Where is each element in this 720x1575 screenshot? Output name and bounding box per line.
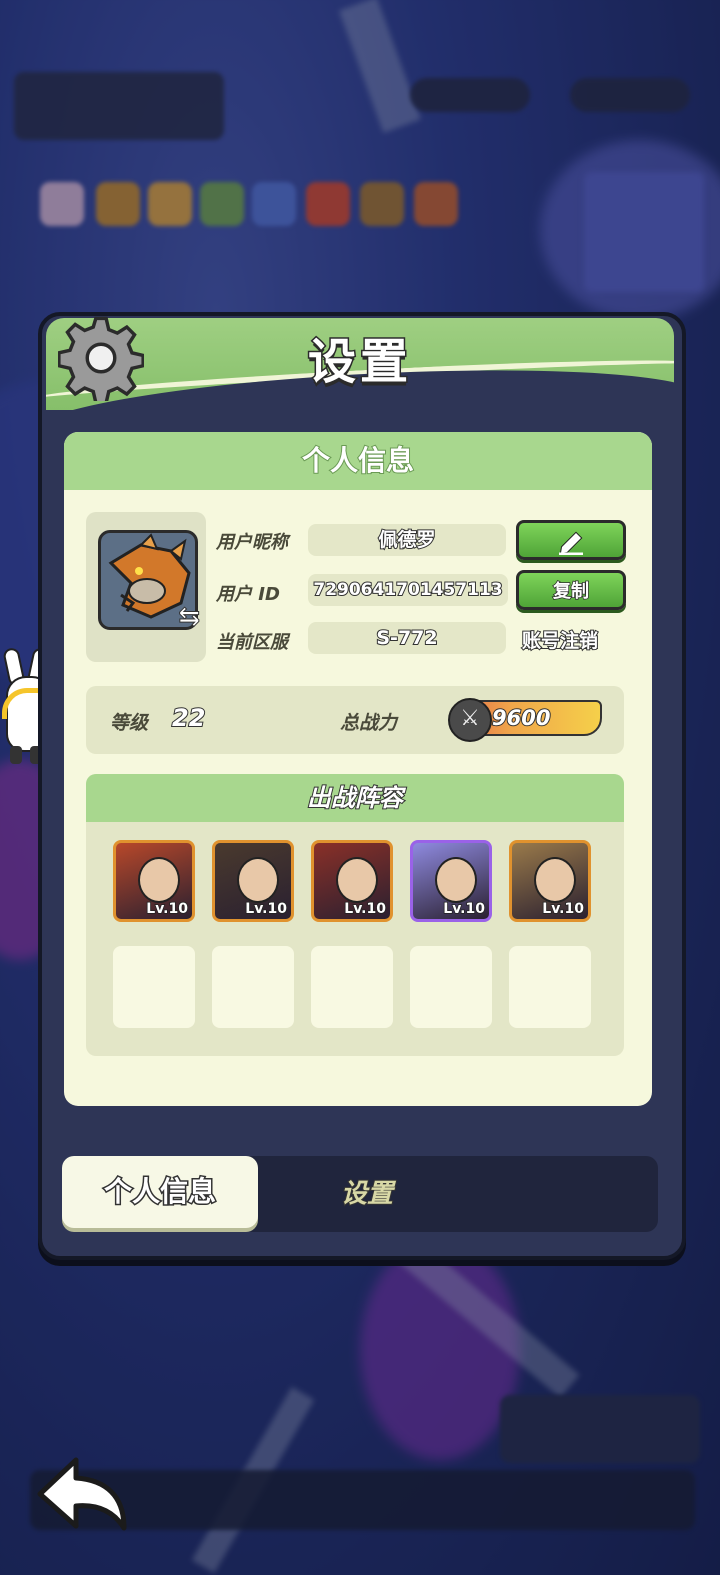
hero-level: Lv.10 (245, 900, 288, 918)
tab-bar: 个人信息 设置 (62, 1156, 658, 1232)
hero-level: Lv.10 (344, 900, 387, 918)
crossed-swords-icon: ⚔ (448, 698, 492, 742)
hero-portrait (138, 857, 180, 903)
lineup-title: 出战阵容 (86, 774, 624, 822)
copy-id-button[interactable]: 复制 (516, 570, 626, 610)
user-id-value: 7290641701457113 (308, 574, 508, 606)
hero-card[interactable]: Lv.10 (311, 840, 393, 922)
level-label: 等级 (110, 712, 149, 734)
user-id-label: 用户 ID (216, 584, 280, 605)
avatar-box[interactable]: ⇆ (86, 512, 206, 662)
power-badge: ⚔ 9600 (448, 698, 602, 742)
hero-level: Lv.10 (542, 900, 585, 918)
empty-hero-slot[interactable] (113, 946, 195, 1028)
hero-card[interactable]: Lv.10 (113, 840, 195, 922)
hero-card[interactable]: Lv.10 (410, 840, 492, 922)
empty-hero-slot[interactable] (311, 946, 393, 1028)
server-value: S-772 (308, 622, 506, 654)
empty-hero-slot[interactable] (509, 946, 591, 1028)
power-value: 9600 (491, 705, 551, 731)
edit-nickname-button[interactable] (516, 520, 626, 560)
hero-portrait (237, 857, 279, 903)
pencil-icon (559, 531, 583, 556)
level-value: 22 (171, 703, 206, 733)
hero-level: Lv.10 (146, 900, 189, 918)
tab-settings[interactable]: 设置 (302, 1156, 432, 1232)
empty-hero-slot[interactable] (212, 946, 294, 1028)
hero-level: Lv.10 (443, 900, 486, 918)
hero-portrait (435, 857, 477, 903)
hero-portrait (534, 857, 576, 903)
server-label: 当前区服 (216, 632, 288, 653)
empty-hero-slot[interactable] (410, 946, 492, 1028)
page-title: 设置 (306, 333, 412, 392)
back-arrow-icon[interactable] (36, 1456, 130, 1532)
nickname-label: 用户昵称 (216, 532, 288, 553)
swap-icon[interactable]: ⇆ (178, 602, 201, 633)
gear-icon (58, 316, 144, 401)
nickname-value: 佩德罗 (308, 524, 506, 556)
hero-portrait (336, 857, 378, 903)
stats-bar: 等级 22 总战力 ⚔ 9600 (86, 686, 624, 754)
hero-card[interactable]: Lv.10 (212, 840, 294, 922)
power-label: 总战力 (340, 712, 398, 734)
battle-lineup: 出战阵容 Lv.10 Lv.10 Lv.10 Lv.10 Lv.10 (86, 774, 624, 1056)
profile-section-title: 个人信息 (64, 432, 652, 490)
tab-profile[interactable]: 个人信息 (62, 1156, 258, 1228)
hero-card[interactable]: Lv.10 (509, 840, 591, 922)
delete-account-link[interactable]: 账号注销 (521, 626, 599, 653)
profile-card: 个人信息 ⇆ 用户昵称 佩德罗 用户 ID 7290641701457113 复… (64, 432, 652, 1106)
